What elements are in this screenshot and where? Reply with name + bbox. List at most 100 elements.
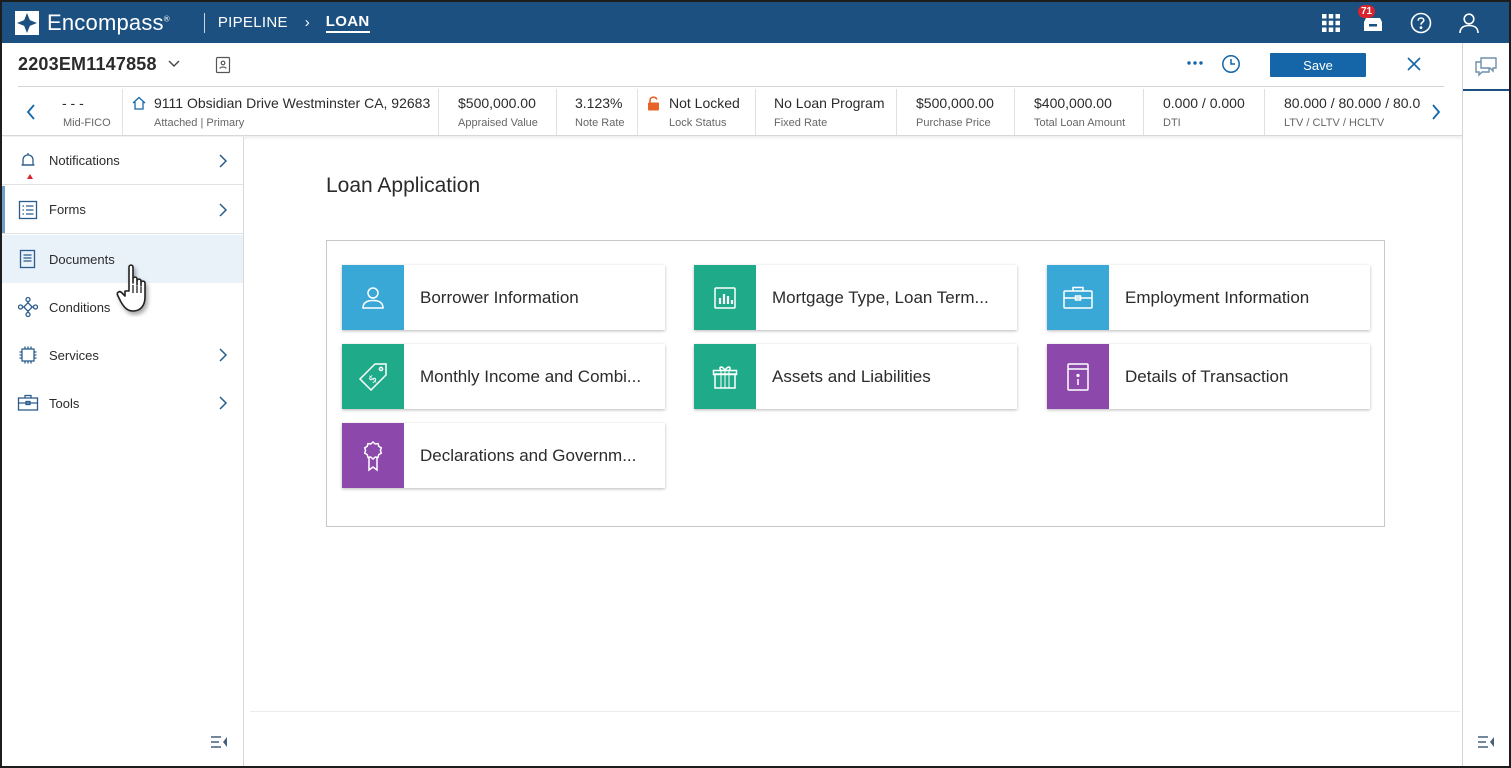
document-icon <box>17 248 39 270</box>
content-footer-divider <box>250 711 1460 712</box>
top-navigation-bar: Encompass® PIPELINE › LOAN 71 <box>2 2 1509 43</box>
bar-chart-icon <box>694 265 756 330</box>
lock-status-label: Lock Status <box>669 117 727 129</box>
summary-lock-status[interactable]: Not Locked Lock Status <box>638 89 755 136</box>
sidebar-item-notifications[interactable]: Notifications <box>2 137 243 185</box>
right-side-panel <box>1462 43 1509 766</box>
summary-address[interactable]: 9111 Obsidian Drive Westminster CA, 9268… <box>123 89 438 136</box>
more-options-icon[interactable] <box>1186 56 1204 70</box>
ltv-value: 80.000 / 80.000 / 80.0 <box>1284 95 1421 111</box>
lock-status-value: Not Locked <box>669 95 740 111</box>
summary-dti: 0.000 / 0.000 DTI <box>1144 89 1264 136</box>
summary-ltv: 80.000 / 80.000 / 80.0 LTV / CLTV / HCLT… <box>1265 89 1425 136</box>
form-list-icon <box>17 199 39 221</box>
encompass-logo-icon <box>15 10 39 35</box>
close-icon[interactable] <box>1406 56 1422 72</box>
sidebar-item-services[interactable]: Services <box>2 331 243 379</box>
loan-number: 2203EM1147858 <box>18 54 157 74</box>
app-window: Encompass® PIPELINE › LOAN 71 2203EM1147… <box>0 0 1511 768</box>
tile-borrower-information[interactable]: Borrower Information <box>342 265 665 330</box>
chip-icon <box>17 344 39 366</box>
home-icon <box>132 96 146 110</box>
tile-mortgage-type[interactable]: Mortgage Type, Loan Term... <box>694 265 1017 330</box>
active-indicator <box>2 186 5 233</box>
loan-program-value: No Loan Program <box>774 95 885 111</box>
user-icon[interactable] <box>1457 11 1481 35</box>
contact-card-icon[interactable] <box>213 55 233 75</box>
toolbox-icon <box>17 392 39 414</box>
price-tag-icon: $ <box>342 344 404 409</box>
purchase-price-value: $500,000.00 <box>916 95 994 111</box>
summary-loan-program: No Loan Program Fixed Rate <box>756 89 896 136</box>
topbar-actions: 71 <box>1319 2 1509 43</box>
tile-employment-information[interactable]: Employment Information <box>1047 265 1370 330</box>
mid-fico-value: - - - <box>62 95 84 111</box>
collapse-sidebar-icon[interactable] <box>210 735 228 749</box>
chevron-right-icon <box>219 202 228 217</box>
note-rate-value: 3.123% <box>575 95 623 111</box>
address-value: 9111 Obsidian Drive Westminster CA, 9268… <box>154 95 431 111</box>
tile-details-of-transaction[interactable]: Details of Transaction <box>1047 344 1370 409</box>
dti-label: DTI <box>1163 117 1181 129</box>
inbox-tray-icon[interactable]: 71 <box>1358 4 1385 35</box>
loan-program-label: Fixed Rate <box>774 117 828 129</box>
chevron-down-icon[interactable] <box>166 55 182 71</box>
chevron-left-icon[interactable] <box>24 103 38 121</box>
total-loan-amount-label: Total Loan Amount <box>1034 117 1126 129</box>
encompass-logo[interactable]: Encompass® <box>14 2 170 43</box>
gift-icon <box>694 344 756 409</box>
sidebar-item-label: Documents <box>49 251 115 267</box>
header-divider <box>18 86 1444 87</box>
note-rate-label: Note Rate <box>575 117 625 129</box>
history-clock-icon[interactable] <box>1221 54 1241 74</box>
help-icon[interactable] <box>1409 11 1433 35</box>
chevron-right-icon <box>219 348 228 362</box>
address-label: Attached | Primary <box>154 117 245 129</box>
hand-pointer-icon <box>116 264 146 312</box>
briefcase-icon <box>1047 265 1109 330</box>
apps-grid-icon[interactable] <box>1319 11 1343 35</box>
summary-total-loan-amount: $400,000.00 Total Loan Amount <box>1015 89 1143 136</box>
tile-monthly-income[interactable]: $ Monthly Income and Combi... <box>342 344 665 409</box>
conditions-network-icon <box>17 296 39 318</box>
summary-note-rate: 3.123% Note Rate <box>557 89 637 136</box>
chevron-right-icon <box>219 396 228 410</box>
summary-mid-fico: - - - Mid-FICO <box>52 89 122 136</box>
loan-header: 2203EM1147858 Save <box>2 43 1462 89</box>
left-sidebar: Notifications Forms Documents Conditions… <box>2 137 244 766</box>
bell-icon <box>17 150 39 172</box>
tile-label: Assets and Liabilities <box>772 366 931 386</box>
chevron-right-icon[interactable] <box>1429 103 1443 121</box>
nav-pipeline-link[interactable]: PIPELINE <box>218 14 288 31</box>
tile-label: Employment Information <box>1125 287 1310 307</box>
dti-value: 0.000 / 0.000 <box>1163 95 1245 111</box>
tile-label: Borrower Information <box>420 287 579 307</box>
tile-label: Monthly Income and Combi... <box>420 366 642 386</box>
tile-declarations-government[interactable]: Declarations and Governm... <box>342 423 665 488</box>
sidebar-item-tools[interactable]: Tools <box>2 379 243 427</box>
sidebar-item-label: Forms <box>49 202 86 217</box>
sidebar-item-label: Services <box>49 347 99 363</box>
chevron-right-icon <box>219 153 228 168</box>
mid-fico-label: Mid-FICO <box>63 117 111 129</box>
comments-icon[interactable] <box>1463 43 1509 91</box>
total-loan-amount-value: $400,000.00 <box>1034 95 1112 111</box>
notification-indicator <box>27 174 33 179</box>
appraised-value: $500,000.00 <box>458 95 536 111</box>
tile-assets-liabilities[interactable]: Assets and Liabilities <box>694 344 1017 409</box>
sidebar-item-forms[interactable]: Forms <box>2 186 243 234</box>
award-ribbon-icon <box>342 423 404 488</box>
tile-label: Mortgage Type, Loan Term... <box>772 287 989 307</box>
unlocked-padlock-icon <box>648 96 659 111</box>
expand-panel-icon[interactable] <box>1477 735 1495 749</box>
summary-appraised-value: $500,000.00 Appraised Value <box>439 89 556 136</box>
appraised-value-label: Appraised Value <box>458 117 538 129</box>
sidebar-item-label: Conditions <box>49 299 111 315</box>
app-name: Encompass® <box>47 9 170 35</box>
nav-loan-link[interactable]: LOAN <box>325 13 370 33</box>
person-icon <box>342 265 404 330</box>
save-button[interactable]: Save <box>1270 53 1366 77</box>
page-title: Loan Application <box>326 174 481 197</box>
sidebar-item-label: Tools <box>49 395 80 411</box>
info-document-icon <box>1047 344 1109 409</box>
